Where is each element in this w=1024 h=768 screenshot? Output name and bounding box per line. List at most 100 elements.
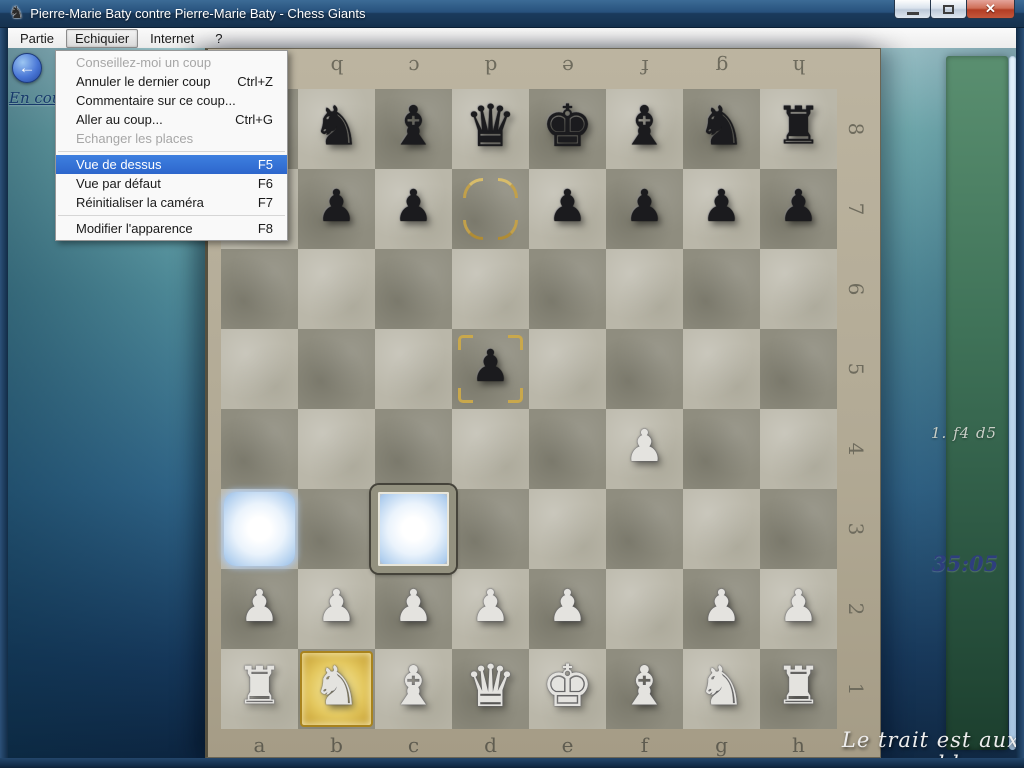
menu-option-label: Commentaire sur ce coup... [76,93,236,108]
square-g4[interactable] [683,409,760,489]
back-button-label: En cou [9,89,61,107]
piece-black-bishop-f8[interactable]: ♝ [620,99,668,153]
menu-item-3[interactable]: ? [206,29,231,48]
piece-black-rook-h8[interactable]: ♜ [775,100,822,152]
piece-white-pawn-b2[interactable]: ♟ [317,585,356,629]
piece-white-pawn-a2[interactable]: ♟ [240,585,279,629]
menu-option-label: Echanger les places [76,131,193,146]
piece-white-pawn-h2[interactable]: ♟ [779,585,818,629]
square-b4[interactable] [298,409,375,489]
maximize-button[interactable] [930,0,967,19]
file-label-bottom-d: d [484,735,497,755]
file-label-top-g: g [715,57,728,77]
square-d4[interactable] [452,409,529,489]
square-d6[interactable] [452,249,529,329]
piece-black-queen-d8[interactable]: ♛ [465,97,517,155]
square-e6[interactable] [529,249,606,329]
moves-scrollbar[interactable] [1009,56,1016,750]
menu-option-4[interactable]: Echanger les places [56,129,287,148]
chess-knight-icon: ♞ [9,5,24,22]
file-label-bottom-b: b [330,735,343,755]
square-h3[interactable] [760,489,837,569]
piece-white-knight-g1[interactable]: ♞ [697,659,745,713]
square-g6[interactable] [683,249,760,329]
piece-white-rook-a1[interactable]: ♜ [236,660,283,712]
piece-white-pawn-g2[interactable]: ♟ [702,585,741,629]
square-a4[interactable] [221,409,298,489]
piece-white-pawn-d2[interactable]: ♟ [471,585,510,629]
close-button[interactable]: ✕ [966,0,1015,19]
highlight-move-glow-framed-c3[interactable] [375,489,452,569]
square-e3[interactable] [529,489,606,569]
square-h6[interactable] [760,249,837,329]
menu-option-10[interactable]: Modifier l'apparenceF8 [56,219,287,238]
square-c6[interactable] [375,249,452,329]
square-c5[interactable] [375,329,452,409]
menu-item-2[interactable]: Internet [141,29,203,48]
menu-option-shortcut: F7 [258,195,273,210]
piece-black-knight-g8[interactable]: ♞ [697,99,745,153]
square-f3[interactable] [606,489,683,569]
menu-option-6[interactable]: Vue de dessusF5 [56,155,287,174]
echiquier-menu: Conseillez-moi un coupAnnuler le dernier… [55,50,288,241]
rank-label-2: 2 [846,603,866,616]
square-f6[interactable] [606,249,683,329]
piece-black-pawn-b7[interactable]: ♟ [317,185,356,229]
piece-white-rook-h1[interactable]: ♜ [775,660,822,712]
gold-corner-marker [508,335,523,350]
piece-black-pawn-e7[interactable]: ♟ [548,185,587,229]
square-f5[interactable] [606,329,683,409]
square-a5[interactable] [221,329,298,409]
menu-option-0[interactable]: Conseillez-moi un coup [56,53,287,72]
file-label-top-h: h [792,57,805,77]
piece-black-king-e8[interactable]: ♚ [542,97,594,155]
minimize-button[interactable] [894,0,931,19]
highlight-move-glow-a3[interactable] [221,489,298,569]
piece-black-pawn-h7[interactable]: ♟ [779,185,818,229]
piece-white-pawn-c2[interactable]: ♟ [394,585,433,629]
menu-option-2[interactable]: Commentaire sur ce coup... [56,91,287,110]
square-f2[interactable] [606,569,683,649]
square-e4[interactable] [529,409,606,489]
piece-black-knight-b8[interactable]: ♞ [312,99,360,153]
menu-item-0[interactable]: Partie [11,29,63,48]
piece-white-knight-b1[interactable]: ♞ [312,659,360,713]
square-h5[interactable] [760,329,837,409]
piece-white-king-e1[interactable]: ♚ [542,657,594,715]
square-c4[interactable] [375,409,452,489]
file-label-top-c: c [408,57,419,77]
piece-black-bishop-c8[interactable]: ♝ [389,99,437,153]
square-b3[interactable] [298,489,375,569]
piece-black-pawn-d5[interactable]: ♟ [471,345,510,389]
highlight-last-move-claws-d7[interactable] [452,169,529,249]
square-e5[interactable] [529,329,606,409]
square-a6[interactable] [221,249,298,329]
menu-option-3[interactable]: Aller au coup...Ctrl+G [56,110,287,129]
rank-label-4: 4 [846,443,866,456]
menu-option-7[interactable]: Vue par défautF6 [56,174,287,193]
piece-white-pawn-f4[interactable]: ♟ [625,425,664,469]
back-button[interactable]: ← [12,53,42,83]
piece-white-queen-d1[interactable]: ♛ [465,657,517,715]
piece-white-bishop-c1[interactable]: ♝ [389,659,437,713]
gold-corner-marker [508,388,523,403]
piece-black-pawn-f7[interactable]: ♟ [625,185,664,229]
menu-option-8[interactable]: Réinitialiser la caméraF7 [56,193,287,212]
square-g3[interactable] [683,489,760,569]
square-h4[interactable] [760,409,837,489]
piece-white-bishop-f1[interactable]: ♝ [620,659,668,713]
square-d3[interactable] [452,489,529,569]
menu-option-1[interactable]: Annuler le dernier coupCtrl+Z [56,72,287,91]
square-g5[interactable] [683,329,760,409]
menu-item-1[interactable]: Echiquier [66,29,138,48]
menu-separator [58,151,285,152]
gold-claw-marker [463,220,483,240]
moves-panel [946,56,1008,750]
chess-board[interactable]: aabbccddeeffgghh12345678♜♞♝♛♚♝♞♜♟♟♟♟♟♟♟♟… [205,48,881,758]
title-bar[interactable]: ♞ Pierre-Marie Baty contre Pierre-Marie … [0,0,1024,28]
piece-black-pawn-c7[interactable]: ♟ [394,185,433,229]
piece-black-pawn-g7[interactable]: ♟ [702,185,741,229]
piece-white-pawn-e2[interactable]: ♟ [548,585,587,629]
square-b6[interactable] [298,249,375,329]
square-b5[interactable] [298,329,375,409]
